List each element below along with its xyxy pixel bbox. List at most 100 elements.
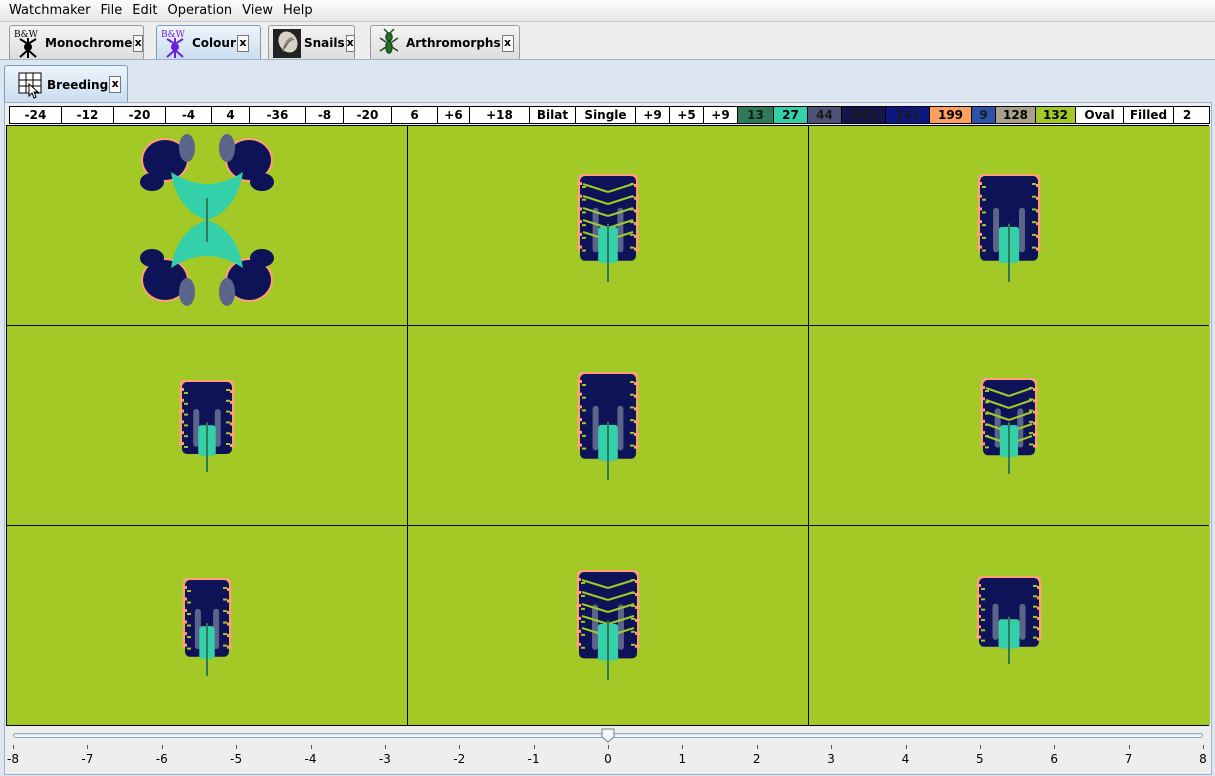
slider-tick <box>1054 745 1056 749</box>
menu-edit[interactable]: Edit <box>127 0 162 22</box>
gene-box[interactable]: 4 <box>212 107 250 123</box>
gene-box[interactable]: +18 <box>470 107 530 123</box>
gene-box[interactable]: 199 <box>930 107 972 123</box>
tab-arthromorphs[interactable]: Arthromorphs x <box>370 25 520 60</box>
gene-box[interactable]: +6 <box>438 107 470 123</box>
biomorph-cell[interactable] <box>7 326 407 525</box>
slider-tick <box>310 745 312 749</box>
biomorph-cell[interactable] <box>7 526 407 725</box>
menu-view[interactable]: View <box>237 0 278 22</box>
gene-box[interactable]: 241 <box>886 107 930 123</box>
gene-box[interactable]: -20 <box>344 107 392 123</box>
gene-box[interactable]: 6 <box>392 107 438 123</box>
slider-tick <box>87 745 89 749</box>
biomorph-cell[interactable] <box>408 526 808 725</box>
slider-tick <box>236 745 238 749</box>
biomorph-cell[interactable] <box>809 126 1210 325</box>
slider-tick-label: 8 <box>1199 752 1207 766</box>
menu-help[interactable]: Help <box>278 0 318 22</box>
snail-shell-icon <box>272 28 302 59</box>
slider-tick-label: 2 <box>752 752 761 766</box>
gene-box[interactable]: -12 <box>62 107 114 123</box>
gene-box[interactable]: 2 <box>1174 107 1200 123</box>
slider-tick-label: -7 <box>81 752 94 766</box>
menu-file[interactable]: File <box>96 0 128 22</box>
biomorph-cell[interactable] <box>809 326 1210 525</box>
gene-box[interactable]: Bilat <box>530 107 576 123</box>
biomorph-cell[interactable] <box>408 126 808 325</box>
arthromorph-icon <box>374 27 404 59</box>
biomorph <box>182 578 232 676</box>
gene-box[interactable]: Oval <box>1076 107 1124 123</box>
slider-tick-label: 0 <box>604 752 612 766</box>
close-tab-button[interactable]: x <box>236 34 249 52</box>
slider-tick <box>1128 745 1130 749</box>
gene-bar: -24 -12 -20 -4 4 -36 -8 -20 6 +6 +18 Bilat Single +9 +… <box>9 106 1210 124</box>
menu-operation[interactable]: Operation <box>162 0 237 22</box>
biomorph-cell[interactable] <box>408 326 808 525</box>
slider-tick <box>161 745 163 749</box>
biomorph-cell[interactable] <box>809 526 1210 725</box>
menu-bar: Watchmaker File Edit Operation View Help <box>0 0 1215 22</box>
biomorph <box>576 570 640 680</box>
slider-tick-label: 3 <box>827 752 835 766</box>
app-tab-strip: B&W Monochrome x B&W Colour x Snails x A… <box>0 23 1215 60</box>
gene-box[interactable]: 9 <box>972 107 996 123</box>
gene-box[interactable]: -36 <box>250 107 306 123</box>
gene-box[interactable]: -4 <box>166 107 212 123</box>
close-tab-button[interactable]: x <box>501 34 514 52</box>
mutation-slider[interactable]: -8 -7 -6 -5 -4 -3 -2 -1 0 1 2 3 4 5 6 7 8 <box>7 727 1210 775</box>
gene-box[interactable]: 44 <box>808 107 842 123</box>
gene-box[interactable]: Single <box>576 107 636 123</box>
slider-tick-label: -4 <box>304 752 317 766</box>
slider-tick <box>682 745 684 749</box>
biomorph <box>977 174 1041 282</box>
slider-tick <box>756 745 758 749</box>
tab-colour[interactable]: B&W Colour x <box>156 25 261 60</box>
tab-monochrome[interactable]: B&W Monochrome x <box>9 25 144 60</box>
gene-box[interactable]: +9 <box>636 107 670 123</box>
tab-label: Monochrome <box>45 36 133 50</box>
biomorph <box>577 372 639 480</box>
slider-thumb[interactable] <box>601 728 615 743</box>
breeding-panel: -24 -12 -20 -4 4 -36 -8 -20 6 +6 +18 Bilat Single +9 +… <box>4 102 1212 775</box>
biomorph-cell[interactable] <box>7 126 407 325</box>
slider-tick-label: -8 <box>7 752 19 766</box>
close-tab-button[interactable]: x <box>345 34 355 52</box>
gene-box[interactable]: -24 <box>10 107 62 123</box>
slider-tick <box>608 745 609 749</box>
slider-tick-label: 5 <box>976 752 984 766</box>
biomorph <box>577 174 639 282</box>
biomorph <box>140 134 274 306</box>
slider-tick-label: 6 <box>1050 752 1059 766</box>
tab-snails[interactable]: Snails x <box>268 25 355 60</box>
slider-tick-label: 7 <box>1124 752 1133 766</box>
close-tab-button[interactable]: x <box>109 76 122 93</box>
slider-tick <box>905 745 907 749</box>
gene-box[interactable]: 243 <box>842 107 886 123</box>
menu-watchmaker[interactable]: Watchmaker <box>4 0 96 22</box>
tab-breeding[interactable]: Breeding x <box>4 65 128 103</box>
gene-box[interactable]: +9 <box>704 107 738 123</box>
gene-box[interactable]: 27 <box>774 107 808 123</box>
tab-label: Snails <box>304 36 345 50</box>
gene-box[interactable]: 13 <box>738 107 774 123</box>
gene-box[interactable]: Filled <box>1124 107 1174 123</box>
slider-tick <box>533 745 535 749</box>
slider-tick-label: -3 <box>378 752 391 766</box>
tab-label: Colour <box>192 36 236 50</box>
close-tab-button[interactable]: x <box>133 34 143 52</box>
gene-box[interactable]: 132 <box>1036 107 1076 123</box>
breeding-grid-icon <box>17 70 45 100</box>
slider-tick-label: -1 <box>527 752 540 766</box>
slider-tick-label: -6 <box>155 752 168 766</box>
biomorph <box>976 576 1042 664</box>
gene-box[interactable]: +5 <box>670 107 704 123</box>
gene-box[interactable]: -8 <box>306 107 344 123</box>
slider-tick <box>979 745 981 749</box>
gene-box[interactable]: -20 <box>114 107 166 123</box>
slider-tick <box>384 745 386 749</box>
biomorph-colour-icon: B&W <box>160 28 190 59</box>
biomorph <box>980 378 1038 474</box>
gene-box[interactable]: 128 <box>996 107 1036 123</box>
